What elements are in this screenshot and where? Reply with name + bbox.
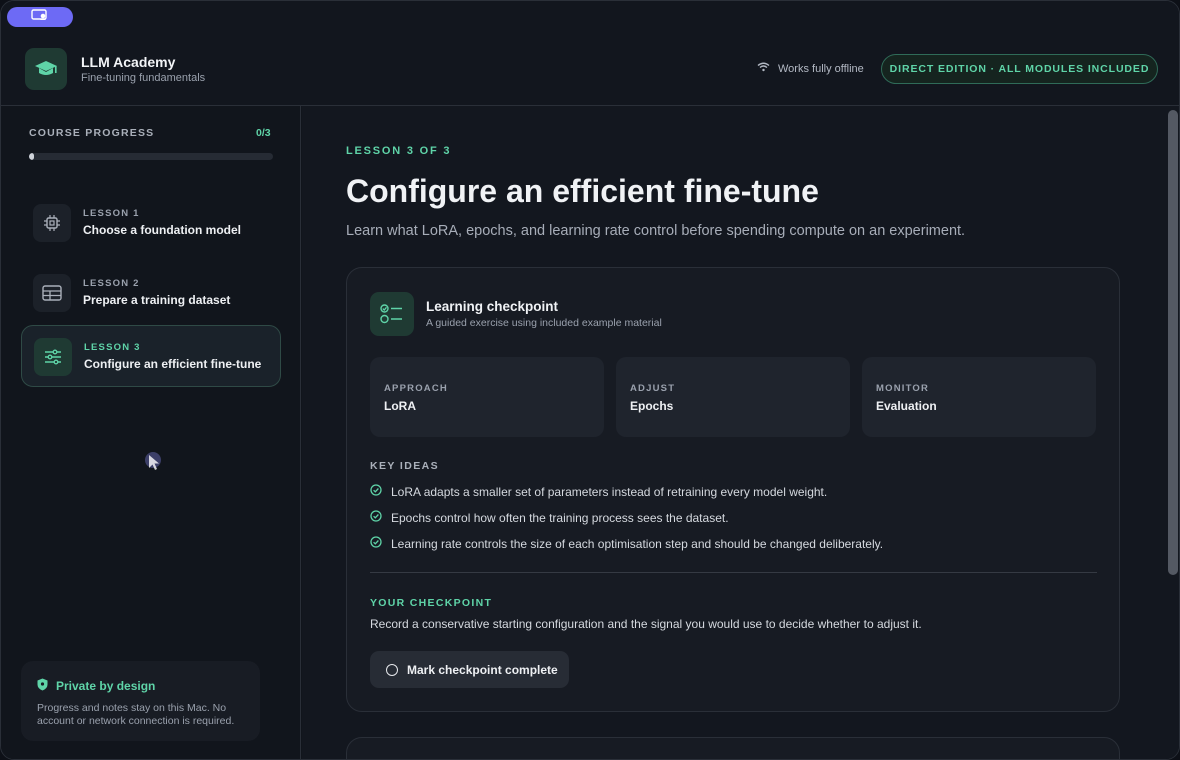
lesson-number: LESSON 1 bbox=[83, 208, 140, 219]
main-content: LESSON 3 OF 3 Configure an efficient fin… bbox=[302, 106, 1179, 759]
privacy-card: Private by design Progress and notes sta… bbox=[21, 661, 260, 741]
sidebar-item-lesson-2[interactable]: LESSON 2 Prepare a training dataset bbox=[21, 262, 281, 324]
lesson-title: Choose a foundation model bbox=[83, 223, 241, 237]
edition-badge: DIRECT EDITION · ALL MODULES INCLUDED bbox=[881, 54, 1158, 84]
key-idea-text: Learning rate controls the size of each … bbox=[391, 536, 884, 551]
radio-circle-icon bbox=[386, 663, 398, 676]
lesson-title: Prepare a training dataset bbox=[83, 293, 231, 307]
your-checkpoint-text: Record a conservative starting configura… bbox=[370, 617, 922, 631]
privacy-text: Progress and notes stay on this Mac. No … bbox=[37, 702, 235, 727]
app-window: LLM Academy Fine-tuning fundamentals Wor… bbox=[0, 0, 1180, 760]
tile-value: Evaluation bbox=[876, 399, 937, 413]
app-subtitle: Fine-tuning fundamentals bbox=[81, 72, 206, 84]
privacy-title: Private by design bbox=[37, 678, 155, 694]
sidebar-item-lesson-1[interactable]: LESSON 1 Choose a foundation model bbox=[21, 192, 281, 254]
chip-icon bbox=[33, 204, 71, 242]
wifi-icon bbox=[757, 62, 770, 75]
app-title: LLM Academy bbox=[81, 54, 176, 70]
key-ideas-label: KEY IDEAS bbox=[370, 460, 440, 472]
course-progress-label: COURSE PROGRESS bbox=[29, 127, 155, 139]
next-card bbox=[346, 737, 1120, 759]
tile-label: ADJUST bbox=[630, 383, 676, 394]
tile-label: MONITOR bbox=[876, 383, 930, 394]
scrollbar[interactable] bbox=[1168, 110, 1178, 754]
mark-checkpoint-complete-button[interactable]: Mark checkpoint complete bbox=[370, 651, 569, 688]
screen-indicator-pill[interactable] bbox=[7, 7, 73, 27]
sidebar-item-lesson-3[interactable]: LESSON 3 Configure an efficient fine-tun… bbox=[21, 325, 281, 387]
mouse-cursor-icon bbox=[145, 452, 167, 479]
key-idea-item: Learning rate controls the size of each … bbox=[370, 536, 883, 551]
checkpoint-subtitle: A guided exercise using included example… bbox=[426, 317, 662, 329]
sidebar: COURSE PROGRESS 0/3 LESSON 1 Choose a fo… bbox=[1, 106, 301, 759]
privacy-title-text: Private by design bbox=[56, 679, 156, 693]
lesson-title: Configure an efficient fine-tune bbox=[84, 357, 262, 371]
screen-share-icon bbox=[31, 8, 49, 26]
check-circle-icon bbox=[370, 484, 382, 499]
lesson-number: LESSON 3 bbox=[84, 342, 141, 353]
course-progress-bar bbox=[29, 153, 273, 160]
tile-value: Epochs bbox=[630, 399, 674, 413]
shield-icon bbox=[37, 678, 48, 694]
table-icon bbox=[33, 274, 71, 312]
key-idea-text: Epochs control how often the training pr… bbox=[391, 510, 729, 525]
lesson-number: LESSON 2 bbox=[83, 278, 140, 289]
mark-checkpoint-label: Mark checkpoint complete bbox=[407, 662, 558, 677]
tile-label: APPROACH bbox=[384, 383, 448, 394]
course-progress-fill bbox=[29, 153, 34, 160]
graduation-cap-icon bbox=[25, 48, 67, 90]
checkpoint-title: Learning checkpoint bbox=[426, 299, 559, 314]
key-idea-item: Epochs control how often the training pr… bbox=[370, 510, 729, 525]
learning-checkpoint-card: Learning checkpoint A guided exercise us… bbox=[346, 267, 1120, 712]
tile-value: LoRA bbox=[384, 399, 416, 413]
page-title: Configure an efficient fine-tune bbox=[346, 173, 819, 209]
lesson-eyebrow: LESSON 3 OF 3 bbox=[346, 145, 452, 157]
app-header: LLM Academy Fine-tuning fundamentals Wor… bbox=[1, 1, 1179, 106]
your-checkpoint-label: YOUR CHECKPOINT bbox=[370, 597, 493, 609]
check-circle-icon bbox=[370, 536, 382, 551]
checklist-icon bbox=[370, 292, 414, 336]
monitor-tile: MONITOR Evaluation bbox=[862, 357, 1096, 437]
approach-tile: APPROACH LoRA bbox=[370, 357, 604, 437]
scrollbar-thumb[interactable] bbox=[1168, 110, 1178, 575]
divider bbox=[370, 572, 1097, 573]
course-progress-count: 0/3 bbox=[256, 127, 271, 139]
sliders-icon bbox=[34, 338, 72, 376]
page-subtitle: Learn what LoRA, epochs, and learning ra… bbox=[346, 223, 966, 239]
adjust-tile: ADJUST Epochs bbox=[616, 357, 850, 437]
offline-status: Works fully offline bbox=[757, 62, 864, 75]
check-circle-icon bbox=[370, 510, 382, 525]
key-idea-text: LoRA adapts a smaller set of parameters … bbox=[391, 484, 828, 499]
key-idea-item: LoRA adapts a smaller set of parameters … bbox=[370, 484, 827, 499]
offline-text: Works fully offline bbox=[778, 62, 864, 75]
